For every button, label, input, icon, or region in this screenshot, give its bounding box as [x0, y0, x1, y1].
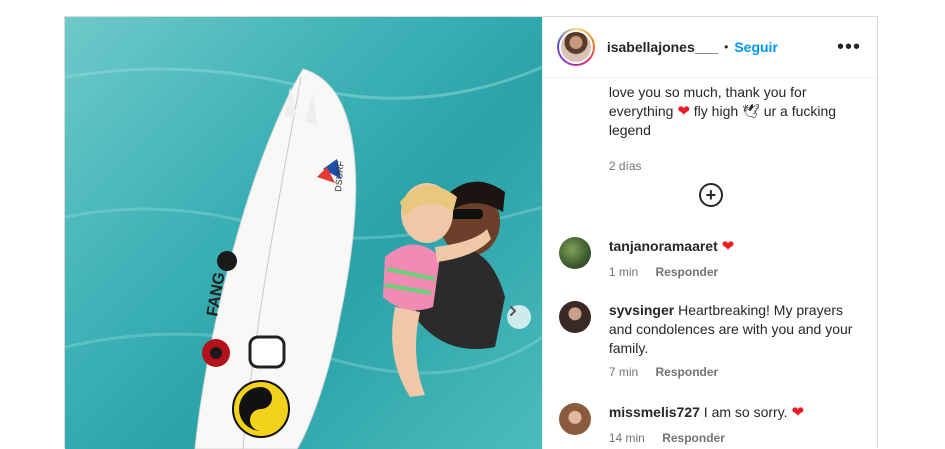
caption-timestamp: 2 días	[608, 159, 642, 173]
comment-time: 7 min	[608, 365, 639, 379]
reply-button[interactable]: Responder	[656, 265, 719, 279]
load-more-comments-button[interactable]: +	[698, 183, 723, 207]
comment-item: missmelis727 I am so sorry. ❤ 14 min Res…	[558, 403, 863, 449]
comments-list[interactable]: love you so much, thank you for everythi…	[543, 79, 879, 449]
caption-text-part2: fly high	[693, 103, 739, 119]
commenter-avatar[interactable]	[558, 301, 591, 333]
post-caption: love you so much, thank you for everythi…	[609, 83, 859, 140]
comment-item: syvsinger Heartbreaking! My prayers and …	[558, 301, 863, 391]
plus-icon: +	[705, 185, 717, 205]
heart-icon: ❤	[791, 404, 805, 421]
heart-icon: ❤	[677, 103, 690, 120]
heart-icon: ❤	[721, 238, 735, 255]
next-photo-button[interactable]	[507, 305, 531, 329]
author-avatar-image	[560, 32, 591, 62]
comment-username[interactable]: syvsinger	[609, 302, 674, 318]
photo-illustration: FANG DSURF	[65, 65, 542, 449]
comment-text: I am so sorry.	[703, 404, 788, 420]
post-sidebar: isabellajones___ • Seguir ••• love you s…	[541, 17, 879, 449]
instagram-post: FANG DSURF isabellajones___ • Seguir •••…	[64, 16, 879, 449]
comment-time: 14 min	[608, 431, 645, 445]
chevron-right-icon	[510, 306, 516, 316]
author-username[interactable]: isabellajones___	[607, 39, 718, 55]
comment-username[interactable]: tanjanoramaaret	[609, 238, 718, 254]
reply-button[interactable]: Responder	[656, 365, 719, 379]
commenter-avatar[interactable]	[558, 403, 591, 435]
more-options-icon[interactable]: •••	[837, 37, 861, 57]
comment-item: tanjanoramaaret ❤ 1 min Responder	[558, 237, 863, 287]
post-header: isabellajones___ • Seguir •••	[542, 17, 877, 78]
comment-time: 1 min	[608, 265, 639, 279]
author-avatar[interactable]	[556, 28, 595, 66]
header-separator: •	[724, 40, 729, 54]
comment-username[interactable]: missmelis727	[609, 404, 700, 420]
reply-button[interactable]: Responder	[662, 431, 725, 445]
follow-button[interactable]: Seguir	[734, 39, 778, 55]
post-photo[interactable]: FANG DSURF	[65, 17, 542, 449]
dove-icon: 🕊	[742, 103, 760, 119]
commenter-avatar[interactable]	[558, 237, 591, 269]
